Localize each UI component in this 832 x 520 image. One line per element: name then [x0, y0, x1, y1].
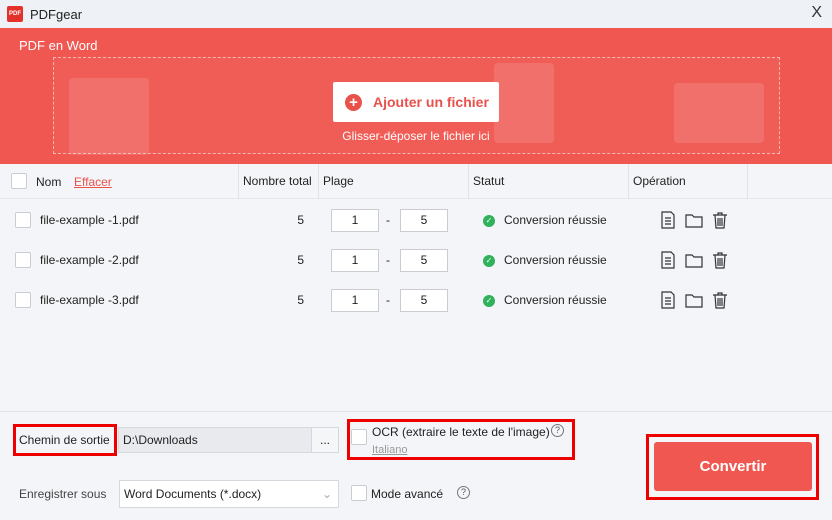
document-icon[interactable] [658, 210, 678, 230]
page-total: 5 [297, 213, 304, 227]
range-to-input[interactable]: 5 [400, 289, 448, 312]
ocr-checkbox[interactable] [351, 429, 367, 445]
folder-icon[interactable] [684, 290, 704, 310]
row-operations [658, 210, 730, 230]
output-path-field[interactable]: D:\Downloads [118, 427, 312, 453]
close-button[interactable]: X [811, 4, 822, 22]
trash-icon[interactable] [710, 210, 730, 230]
banner: PDF en Word + Ajouter un fichier Glisser… [0, 28, 832, 164]
app-title: PDFgear [30, 6, 83, 22]
advanced-help-icon[interactable]: ? [457, 486, 470, 499]
document-icon[interactable] [658, 250, 678, 270]
status-text: Conversion réussie [504, 253, 607, 267]
row-checkbox[interactable] [15, 212, 31, 228]
page-total: 5 [297, 293, 304, 307]
advanced-mode-label: Mode avancé [371, 487, 444, 501]
range-from-input[interactable]: 1 [331, 209, 379, 232]
save-as-select[interactable]: Word Documents (*.docx) ⌄ [119, 480, 339, 508]
range-separator: - [386, 213, 390, 227]
plus-icon: + [345, 93, 362, 111]
col-name: Nom [36, 175, 62, 189]
status-text: Conversion réussie [504, 293, 607, 307]
success-check-icon: ✓ [483, 295, 495, 307]
range-separator: - [386, 253, 390, 267]
convert-button[interactable]: Convertir [654, 442, 812, 491]
table-row: file-example -2.pdf 5 1 - 5 ✓ Conversion… [0, 241, 832, 281]
document-icon[interactable] [658, 290, 678, 310]
ocr-help-icon[interactable]: ? [551, 424, 564, 437]
tool-title: PDF en Word [19, 38, 98, 53]
table-header: Nom Effacer Nombre total Plage Statut Op… [0, 164, 832, 199]
file-name: file-example -2.pdf [40, 253, 139, 267]
advanced-mode-checkbox[interactable] [351, 485, 367, 501]
col-operation: Opération [628, 164, 748, 199]
success-check-icon: ✓ [483, 255, 495, 267]
row-operations [658, 250, 730, 270]
range-to-input[interactable]: 5 [400, 249, 448, 272]
save-as-value: Word Documents (*.docx) [124, 487, 262, 501]
trash-icon[interactable] [710, 250, 730, 270]
row-checkbox[interactable] [15, 252, 31, 268]
success-check-icon: ✓ [483, 215, 495, 227]
row-operations [658, 290, 730, 310]
app-logo-icon: PDF [7, 6, 23, 22]
document-illustration-icon [69, 78, 149, 155]
folder-icon[interactable] [684, 210, 704, 230]
table-row: file-example -3.pdf 5 1 - 5 ✓ Conversion… [0, 281, 832, 321]
ocr-label: OCR (extraire le texte de l'image) [372, 425, 550, 439]
range-separator: - [386, 293, 390, 307]
range-from-input[interactable]: 1 [331, 289, 379, 312]
col-range: Plage [318, 164, 354, 199]
save-as-label: Enregistrer sous [19, 487, 107, 501]
table-row: file-example -1.pdf 5 1 - 5 ✓ Conversion… [0, 201, 832, 241]
file-name: file-example -1.pdf [40, 213, 139, 227]
trash-icon[interactable] [710, 290, 730, 310]
chevron-down-icon: ⌄ [321, 487, 332, 501]
page-total: 5 [297, 253, 304, 267]
col-total: Nombre total [238, 164, 312, 199]
range-from-input[interactable]: 1 [331, 249, 379, 272]
col-status: Statut [468, 164, 504, 199]
folder-icon[interactable] [684, 250, 704, 270]
row-checkbox[interactable] [15, 292, 31, 308]
add-file-button[interactable]: + Ajouter un fichier [333, 82, 499, 122]
clear-link[interactable]: Effacer [74, 175, 112, 189]
browse-button[interactable]: ... [311, 427, 339, 453]
file-table: Nom Effacer Nombre total Plage Statut Op… [0, 164, 832, 314]
drop-hint: Glisser-déposer le fichier ici [342, 129, 490, 143]
file-name: file-example -3.pdf [40, 293, 139, 307]
status-text: Conversion réussie [504, 213, 607, 227]
select-all-checkbox[interactable] [11, 173, 27, 189]
range-to-input[interactable]: 5 [400, 209, 448, 232]
title-bar: PDF PDFgear X [0, 0, 832, 28]
add-file-label: Ajouter un fichier [373, 94, 489, 110]
output-path-label: Chemin de sortie [19, 433, 110, 447]
ocr-language-link[interactable]: Italiano [372, 444, 407, 456]
